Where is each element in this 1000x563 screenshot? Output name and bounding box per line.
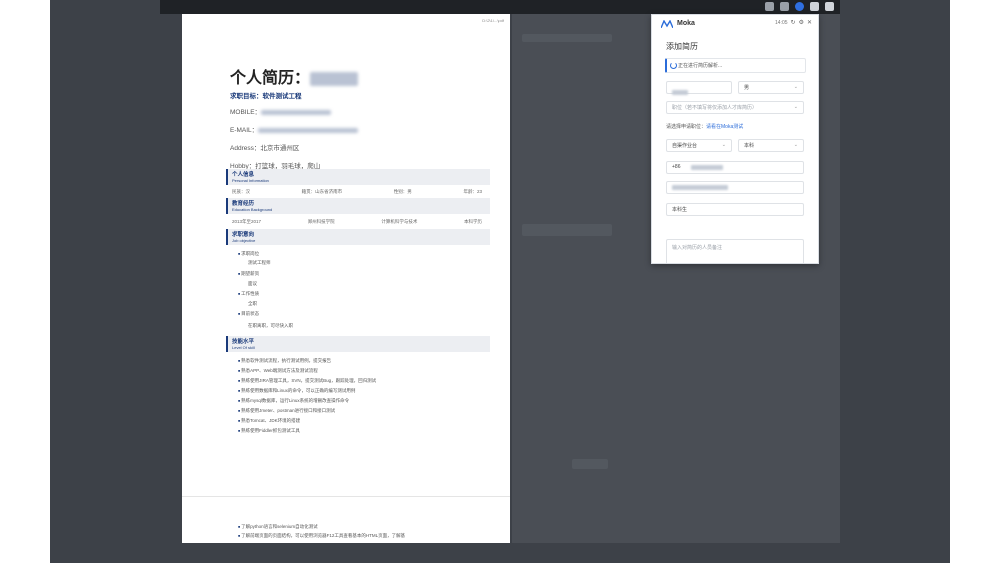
gender-select[interactable]: 男 ⌄: [738, 81, 804, 94]
skill-item: 熟练使用数据库和Linux的命令，可以正确的编写测试用例: [238, 388, 355, 394]
parse-status-text: 正在进行简历解析...: [678, 63, 723, 69]
resume-document: D:\2\1\...\pdf 个人简历： 求职目标：软件测试工程 MOBILE：…: [182, 14, 510, 543]
skill-item: 了解前端页面的页面结构，可以使用浏览器F12工具查看基本的HTML页面，了解基: [238, 533, 405, 539]
star-icon[interactable]: [780, 2, 789, 11]
moka-logo-icon: [661, 20, 673, 28]
parse-status-bar: 正在进行简历解析...: [665, 58, 806, 73]
skill-item: 熟练使用Fiddler抓包测试工具: [238, 428, 300, 434]
resume-title: 个人简历：: [230, 64, 359, 88]
document-path: D:\2\1\...\pdf: [482, 18, 504, 23]
skill-item: 熟练使用Jmeter、postman进行接口和接口测试: [238, 408, 335, 414]
degree-select[interactable]: 本科 ⌄: [738, 139, 804, 152]
job-item-value: 在职离职，可尽快入职: [248, 323, 293, 328]
background-line: [572, 459, 608, 469]
close-icon[interactable]: ✕: [807, 20, 812, 26]
redacted-name: [310, 71, 359, 86]
email-input[interactable]: [666, 181, 804, 194]
job-item-label: 工作性质: [238, 291, 259, 297]
skill-item: 熟悉Tomcat、JDK环境的搭建: [238, 418, 300, 424]
phone-input[interactable]: +86: [666, 161, 804, 174]
chevron-down-icon: ⌄: [721, 142, 726, 148]
resume-title-text: 个人简历：: [230, 70, 311, 87]
skill-item: 了解python语言和selenium自动化测试: [238, 524, 318, 530]
job-item-label: 期望薪资: [238, 271, 259, 277]
panel-title: 添加简历: [666, 42, 698, 51]
panel-header: Moka 14:05 ↻ ⚙ ✕: [652, 15, 818, 33]
source-value: 自渠作业台: [672, 143, 698, 149]
page-break: [182, 496, 510, 497]
job-item-value: 测试工程师: [248, 260, 271, 265]
gender-value: 男: [744, 85, 750, 91]
job-item-label: 求职岗位: [238, 251, 259, 257]
chevron-down-icon: ⌄: [793, 142, 798, 148]
job-objective: 求职目标：软件测试工程: [230, 93, 302, 100]
brand-name: Moka: [677, 20, 695, 27]
education-row: 2013年至2017 郑州科技学院 计算机科学与技术 本科学历: [232, 219, 482, 224]
section-job: 求职意向 Job objective: [226, 229, 490, 245]
profile-icon[interactable]: [825, 2, 834, 11]
degree-value: 本科: [744, 143, 755, 149]
redacted-phone: [691, 165, 723, 170]
section-skills: 技能水平 Level Of skill: [226, 336, 490, 352]
moka-extension-icon[interactable]: [795, 2, 804, 11]
settings-icon[interactable]: ⚙: [799, 20, 804, 26]
mobile-line: MOBILE：: [230, 106, 332, 116]
notes-placeholder: 输入对简历的人员备注: [672, 245, 723, 251]
job-item-value: 面议: [248, 281, 257, 286]
skill-item: 熟练mysql数据库，运行Linux系统的增删改查操作命令: [238, 398, 349, 404]
extensions-icon[interactable]: [810, 2, 819, 11]
apply-position-link[interactable]: 请看在Moka测试: [706, 124, 743, 130]
phone-prefix: +86: [672, 164, 681, 170]
apply-position-label: 请选择申请职位：请看在Moka测试: [666, 124, 744, 130]
redacted-mobile: [261, 109, 332, 115]
email-line: E-MAIL：: [230, 124, 359, 134]
moka-add-resume-panel: Moka 14:05 ↻ ⚙ ✕ 添加简历 正在进行简历解析... 男 ⌄ 职位…: [651, 14, 819, 264]
notes-textarea[interactable]: 输入对简历的人员备注: [666, 239, 804, 263]
education-input[interactable]: 本科生: [666, 203, 804, 216]
refresh-icon[interactable]: ↻: [791, 20, 796, 26]
address-line: Address：北京市通州区: [230, 145, 300, 152]
name-input[interactable]: [666, 81, 732, 95]
background-line: [522, 224, 612, 236]
skill-item: 熟练使用JIRA管理工具，SVN，提交测试Bug，跟踪处理，回归测试: [238, 378, 376, 384]
position-placeholder: 职位（若不填写将仅添加人才库简历）: [672, 105, 758, 111]
job-item-value: 全职: [248, 301, 257, 306]
skill-item: 熟悉APP、Web端测试方法及测试流程: [238, 368, 318, 374]
source-select[interactable]: 自渠作业台 ⌄: [666, 139, 732, 152]
chevron-down-icon: ⌄: [793, 104, 798, 110]
loading-spinner-icon: [670, 62, 677, 69]
browser-toolbar: [160, 0, 840, 14]
skill-item: 熟悉软件测试流程，执行测试用例，提交报告: [238, 358, 331, 364]
redacted-email: [258, 127, 359, 133]
clock-text: 14:05: [775, 20, 788, 26]
chevron-down-icon: ⌄: [793, 84, 798, 90]
redacted-name: [672, 89, 688, 95]
section-education: 教育经历 Education Background: [226, 198, 490, 214]
personal-info-row: 民族：汉 籍贯：山东省济南市 性别：男 年龄：23: [232, 189, 482, 194]
share-icon[interactable]: [765, 2, 774, 11]
position-select[interactable]: 职位（若不填写将仅添加人才库简历） ⌄: [666, 101, 804, 114]
redacted-email: [672, 185, 728, 190]
background-line: [522, 34, 612, 42]
section-personal: 个人信息 Personal Information: [226, 169, 490, 185]
education-value: 本科生: [672, 207, 688, 213]
job-item-label: 目前状态: [238, 311, 259, 317]
